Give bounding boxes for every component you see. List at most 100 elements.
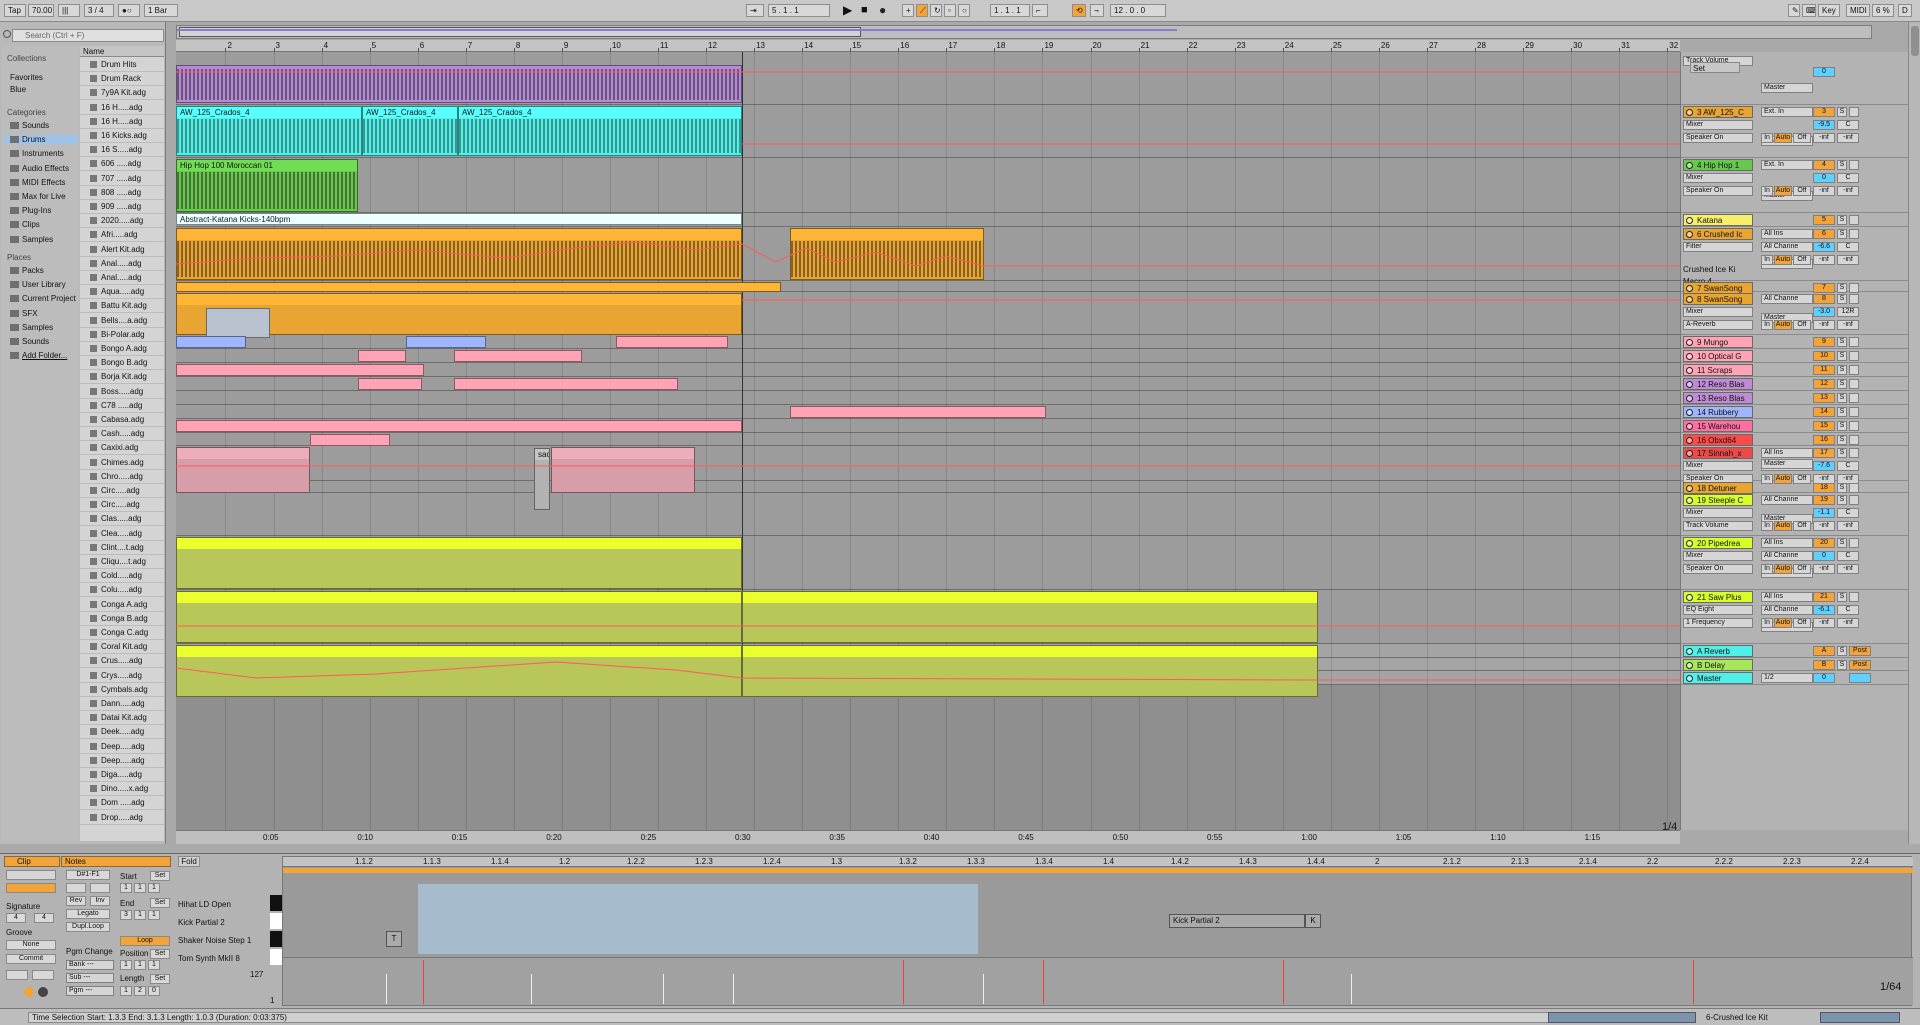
device-chooser[interactable]: Mixer [1683,508,1753,518]
piano-key[interactable] [270,931,282,947]
record-arm-icon[interactable] [1849,160,1859,170]
track-name[interactable]: 10 Optical G [1683,350,1753,362]
file-list-item[interactable]: Circ.....adg [80,484,164,498]
tempo-field[interactable]: 70.00 [28,4,54,17]
follow-icon[interactable]: ⇥ [746,4,764,17]
monitor-auto-button[interactable]: Auto [1774,320,1792,330]
volume-field[interactable]: -1.1 [1813,508,1835,518]
solo-button[interactable]: S [1837,407,1847,417]
metronome-icon[interactable]: ●○ [118,4,140,17]
peak-right[interactable]: -inf [1837,255,1859,265]
nudge-icon[interactable]: ||| [58,4,80,17]
position-field[interactable]: 1 [134,960,146,970]
solo-button[interactable]: S [1837,435,1847,445]
file-list-item[interactable]: Aqua.....adg [80,285,164,300]
track-name[interactable]: 8 SwanSong [1683,293,1753,305]
track-activator-icon[interactable] [1686,217,1693,224]
input-type-dropdown[interactable]: All Channe [1761,495,1813,505]
file-list-item[interactable]: Deep.....adg [80,740,164,754]
file-list-item[interactable]: Circ.....adg [80,498,164,513]
length-set-button[interactable]: Set [150,974,170,984]
end-field[interactable]: 3 [120,910,132,920]
place-packs[interactable]: Packs [10,266,44,275]
parameter-chooser[interactable]: Speaker On [1683,564,1753,574]
post-button[interactable]: Post [1849,660,1871,670]
clip-saw-plus-1[interactable] [176,645,742,697]
arrangement-track-lane[interactable] [176,335,1680,349]
track-name[interactable]: 21 Saw Plus [1683,591,1753,603]
velocity-marker[interactable] [1351,974,1352,1004]
loop-switch[interactable]: ⟲ [1072,4,1086,17]
record-arm-icon[interactable] [1849,435,1859,445]
file-list-item[interactable]: 16 H.....adg [80,115,164,129]
record-arm-icon[interactable] [1849,351,1859,361]
volume-field[interactable]: -9.5 [1813,120,1835,130]
end-field[interactable]: 1 [134,910,146,920]
velocity-marker[interactable] [903,960,904,1004]
master-cue[interactable]: 0 [1813,673,1835,683]
loop-button[interactable]: Loop [120,936,170,946]
quantize-dropdown[interactable]: 1 Bar [144,4,178,17]
file-list-item[interactable]: Dann.....adg [80,697,164,711]
note-k[interactable]: K [1305,914,1321,928]
length-field[interactable]: 1 [120,986,132,996]
track-name[interactable]: 17 Sinnah_x [1683,447,1753,459]
input-type-dropdown[interactable]: All Ins [1761,592,1813,602]
play-button[interactable]: ▶ [843,4,852,17]
capture-icon[interactable]: ▫ [944,4,956,17]
program-field[interactable]: Pgm --- [66,986,114,996]
file-list-item[interactable]: Alert Kit.adg [80,243,164,257]
clip-color-field[interactable] [6,883,56,893]
file-list-item[interactable]: 16 Kicks.adg [80,129,164,143]
clip-swansong-selection[interactable] [206,308,270,338]
file-list-item[interactable]: 16 H.....adg [80,101,164,115]
solo-button[interactable]: S [1837,294,1847,304]
track-name[interactable]: 9 Mungo [1683,336,1753,348]
note-range-field[interactable]: D#1-F1 [66,870,110,880]
track-number[interactable]: 15 [1813,421,1835,431]
file-list-item[interactable]: Cash.....adg [80,427,164,442]
file-list-item[interactable]: Cliqu....t.adg [80,555,164,569]
arrangement-track-lane[interactable] [176,481,1680,493]
peak-left[interactable]: -inf [1813,133,1835,143]
clip-optical-1[interactable] [358,350,406,362]
track-name[interactable]: 14 Rubbery [1683,406,1753,418]
file-list-item[interactable]: Dino.....x.adg [80,782,164,797]
place-sounds[interactable]: Sounds [10,337,49,346]
peak-left[interactable]: -inf [1813,320,1835,330]
track-number[interactable]: 6 [1813,229,1835,239]
reverse-button[interactable]: Rev [66,896,86,906]
input-type-dropdown[interactable]: Ext. In [1761,160,1813,170]
track-activator-icon[interactable] [1686,339,1693,346]
clip-aw-125-crados-2[interactable]: AW_125_Crados_4 [362,106,458,156]
piano-lane-label[interactable]: Hihat LD Open [178,897,270,913]
previous-button[interactable] [6,970,28,980]
file-list-item[interactable]: 808 .....adg [80,186,164,200]
file-list-item[interactable]: 2020.....adg [80,214,164,229]
clip-aw-125-crados-1[interactable]: AW_125_Crados_4 [176,106,362,156]
input-type-dropdown[interactable]: All Ins [1761,229,1813,239]
length-field[interactable]: 0 [148,986,160,996]
groove-dropdown[interactable]: None [6,940,56,950]
track-name[interactable]: 16 Obxd64 [1683,434,1753,446]
post-button[interactable]: Post [1849,646,1871,656]
place-sfx[interactable]: SFX [10,309,38,318]
clip-pipedream-1[interactable] [176,591,742,643]
volume-field[interactable]: 0 [1813,173,1835,183]
track-name[interactable]: Master [1683,672,1753,684]
track-name[interactable]: 4 Hip Hop 1 [1683,159,1753,171]
category-clips[interactable]: Clips [10,220,40,229]
file-list-item[interactable]: Cabasa.adg [80,413,164,427]
clip-katana-kicks[interactable]: Abstract-Katana Kicks-140bpm [176,213,742,225]
clip-mungo-1[interactable] [176,336,246,348]
file-list-item[interactable]: Caxixi.adg [80,441,164,456]
commit-button[interactable]: Commit [6,954,56,964]
record-arm-icon[interactable] [1849,107,1859,117]
solo-button[interactable]: S [1837,107,1847,117]
start-field[interactable]: 1 [134,883,146,893]
vertical-scrollbar[interactable] [1908,22,1920,844]
launch-icon[interactable] [38,987,48,997]
peak-left[interactable]: -inf [1813,255,1835,265]
fold-button[interactable]: Fold [178,856,200,867]
volume-field[interactable]: -7.6 [1813,461,1835,471]
